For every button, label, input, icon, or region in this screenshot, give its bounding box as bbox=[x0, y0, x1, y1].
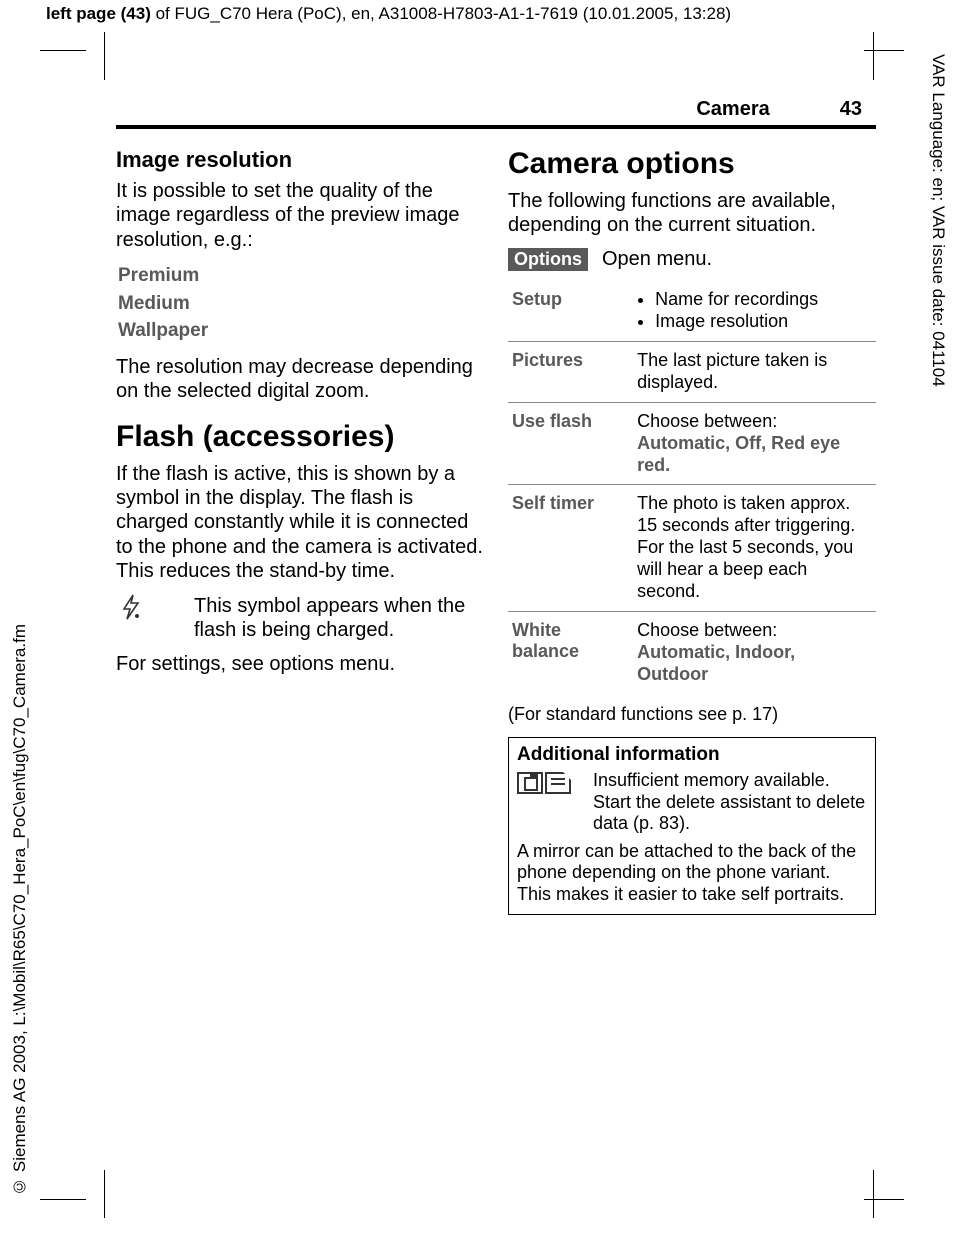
table-row: Setup Name for recordings Image resoluti… bbox=[508, 281, 876, 341]
memory-icons bbox=[517, 770, 577, 835]
crop-mark bbox=[864, 50, 904, 51]
left-margin-text: © Siemens AG 2003, L:\Mobil\R65\C70_Hera… bbox=[10, 624, 30, 1196]
opt-val: Name for recordings Image resolution bbox=[633, 281, 876, 341]
opt-list-item: Name for recordings bbox=[655, 289, 870, 311]
table-row: Use flash Choose between: Automatic, Off… bbox=[508, 402, 876, 485]
opt-val: Choose between: Automatic, Off, Red eye … bbox=[633, 402, 876, 485]
options-table: Setup Name for recordings Image resoluti… bbox=[508, 281, 876, 694]
opt-val-bold: Automatic, Off, Red eye red. bbox=[637, 433, 840, 475]
opt-val-bold: Automatic, Indoor, Outdoor bbox=[637, 642, 795, 684]
left-column: Image resolution It is possible to set t… bbox=[116, 147, 484, 915]
opt-key: Self timer bbox=[508, 485, 633, 612]
para-options-intro: The following functions are available, d… bbox=[508, 189, 876, 238]
right-column: Camera options The following functions a… bbox=[508, 147, 876, 915]
resolution-options: Premium Medium Wallpaper bbox=[118, 262, 484, 345]
heading-flash: Flash (accessories) bbox=[116, 420, 484, 454]
note-icon bbox=[545, 772, 571, 794]
crop-mark bbox=[873, 1170, 874, 1218]
options-softkey-line: Options Open menu. bbox=[508, 248, 876, 271]
page-content: Camera 43 Image resolution It is possibl… bbox=[116, 98, 876, 915]
flash-symbol-row: This symbol appears when the flash is be… bbox=[120, 594, 484, 643]
crop-mark bbox=[864, 1199, 904, 1200]
table-row: Pictures The last picture taken is displ… bbox=[508, 341, 876, 402]
para-flash: If the flash is active, this is shown by… bbox=[116, 462, 484, 584]
para-settings-ref: For settings, see options menu. bbox=[116, 652, 484, 676]
flash-charging-icon bbox=[120, 594, 166, 643]
crop-mark bbox=[104, 1170, 105, 1218]
opt-list-item: Image resolution bbox=[655, 311, 870, 333]
flash-symbol-desc: This symbol appears when the flash is be… bbox=[194, 594, 484, 643]
opt-key: Pictures bbox=[508, 341, 633, 402]
opt-val-text: Choose between: bbox=[637, 620, 777, 640]
crop-mark bbox=[104, 32, 105, 80]
top-header: left page (43) of FUG_C70 Hera (PoC), en… bbox=[46, 4, 731, 24]
options-softkey-chip: Options bbox=[508, 248, 588, 271]
resolution-option: Premium bbox=[118, 262, 484, 290]
table-row: White balance Choose between: Automatic,… bbox=[508, 612, 876, 694]
opt-val: The photo is taken approx. 15 seconds af… bbox=[633, 485, 876, 612]
heading-camera-options: Camera options bbox=[508, 147, 876, 181]
resolution-option: Medium bbox=[118, 290, 484, 318]
standard-functions-note: (For standard functions see p. 17) bbox=[508, 704, 876, 725]
opt-val: Choose between: Automatic, Indoor, Outdo… bbox=[633, 612, 876, 694]
resolution-option: Wallpaper bbox=[118, 317, 484, 345]
mirror-text: A mirror can be attached to the back of … bbox=[517, 841, 867, 906]
running-page-number: 43 bbox=[840, 98, 862, 121]
crop-mark bbox=[40, 1199, 86, 1200]
options-open-text: Open menu. bbox=[602, 248, 712, 271]
opt-key: Use flash bbox=[508, 402, 633, 485]
crop-mark bbox=[40, 50, 86, 51]
para-zoom-note: The resolution may decrease depending on… bbox=[116, 355, 484, 404]
running-rule bbox=[116, 125, 876, 129]
memory-text: Insufficient memory available. Start the… bbox=[593, 770, 867, 835]
opt-val: The last picture taken is displayed. bbox=[633, 341, 876, 402]
top-header-rest: of FUG_C70 Hera (PoC), en, A31008-H7803-… bbox=[151, 4, 731, 23]
floppy-icon bbox=[517, 772, 543, 794]
right-margin-text: VAR Language: en; VAR issue date: 041104 bbox=[928, 54, 948, 387]
top-header-bold: left page (43) bbox=[46, 4, 151, 23]
additional-info-box: Additional information Insufficient memo… bbox=[508, 737, 876, 915]
running-section: Camera bbox=[696, 98, 769, 121]
opt-key: White balance bbox=[508, 612, 633, 694]
para-image-resolution: It is possible to set the quality of the… bbox=[116, 179, 484, 252]
opt-val-text: Choose between: bbox=[637, 411, 777, 431]
additional-info-heading: Additional information bbox=[517, 744, 867, 766]
opt-key: Setup bbox=[508, 281, 633, 341]
table-row: Self timer The photo is taken approx. 15… bbox=[508, 485, 876, 612]
heading-image-resolution: Image resolution bbox=[116, 147, 484, 173]
crop-mark bbox=[873, 32, 874, 80]
running-head: Camera 43 bbox=[116, 98, 876, 121]
